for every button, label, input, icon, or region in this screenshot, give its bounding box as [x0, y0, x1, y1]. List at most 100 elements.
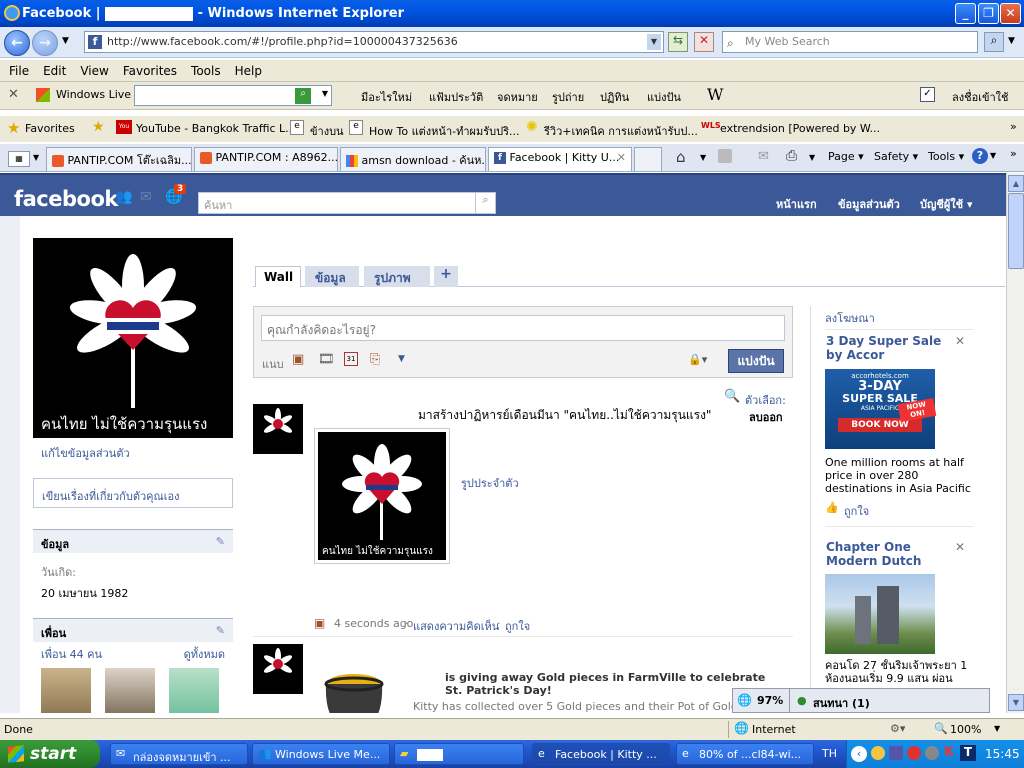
- search-options-icon[interactable]: ▼: [1008, 36, 1015, 46]
- toolbar-more-icon[interactable]: »: [1010, 147, 1017, 160]
- tab-amsn[interactable]: amsn download - ค้นห...: [340, 147, 486, 171]
- forward-button[interactable]: →: [32, 30, 58, 56]
- feeds-icon[interactable]: [718, 149, 732, 163]
- messages-icon[interactable]: ✉: [140, 189, 152, 205]
- fb-nav-account[interactable]: บัญชีผู้ใช้ ▾: [920, 195, 972, 213]
- friend-thumbnail[interactable]: [105, 668, 155, 713]
- task-facebook[interactable]: e Facebook | Kitty ...: [532, 743, 670, 765]
- home-dropdown-icon[interactable]: ▼: [700, 153, 706, 162]
- tab-facebook[interactable]: f Facebook | Kitty U... ✕: [488, 147, 632, 171]
- write-about-box[interactable]: เขียนเรื่องที่เกี่ยวกับตัวคุณเอง: [33, 478, 233, 508]
- edit-profile-link[interactable]: แก้ไขข้อมูลส่วนตัว: [41, 444, 130, 462]
- page-menu[interactable]: Page ▾: [828, 150, 864, 163]
- zoom-dropdown-icon[interactable]: ▼: [994, 724, 1000, 733]
- filter-options-link[interactable]: ตัวเลือก:: [745, 391, 786, 409]
- address-dropdown-icon[interactable]: ▼: [647, 34, 661, 50]
- tray-expand-icon[interactable]: ‹: [851, 746, 867, 762]
- live-calendar[interactable]: ปฏิทิน: [600, 88, 629, 106]
- close-window-button[interactable]: ✕: [1000, 3, 1021, 24]
- privacy-lock-icon[interactable]: 🔒▾: [688, 353, 707, 366]
- close-ad-icon[interactable]: ✕: [955, 540, 965, 554]
- safety-menu[interactable]: Safety ▾: [874, 150, 918, 163]
- favorites-more-icon[interactable]: »: [1010, 120, 1017, 133]
- checkbox-icon[interactable]: ✓: [920, 87, 935, 102]
- live-mail[interactable]: จดหมาย: [497, 88, 538, 106]
- fb-logo[interactable]: facebook: [14, 187, 118, 211]
- task-live-messenger[interactable]: 👥 Windows Live Me...: [252, 743, 390, 765]
- album-link[interactable]: รูปประจำตัว: [461, 474, 519, 492]
- back-button[interactable]: ←: [4, 30, 30, 56]
- live-whats-new[interactable]: มีอะไรใหม่: [361, 88, 412, 106]
- status-input[interactable]: คุณกำลังคิดอะไรอยู่?: [261, 315, 785, 341]
- print-dropdown-icon[interactable]: ▼: [809, 153, 815, 162]
- task-download[interactable]: e 80% of ...cl84-wi...: [676, 743, 814, 765]
- close-ad-icon[interactable]: ✕: [955, 334, 965, 348]
- fb-nav-profile[interactable]: ข้อมูลส่วนตัว: [838, 195, 900, 213]
- add-favorite-icon[interactable]: ★: [92, 119, 105, 135]
- tray-k-icon[interactable]: K: [944, 745, 954, 760]
- zoom-icon[interactable]: 🔍: [934, 722, 948, 735]
- new-tab-button[interactable]: [634, 147, 662, 171]
- tab-info[interactable]: ข้อมูล: [305, 266, 359, 287]
- event-attach-icon[interactable]: 31: [344, 352, 358, 366]
- live-signin[interactable]: ลงชื่อเข้าใช้: [952, 88, 1008, 106]
- profile-picture[interactable]: คนไทย ไม่ใช้ความรุนแรง: [33, 238, 233, 438]
- live-search-dropdown-icon[interactable]: ▼: [322, 89, 328, 98]
- chat-button[interactable]: สนทนา (1): [813, 694, 870, 712]
- post1-photo[interactable]: คนไทย ไม่ใช้ความรุนแรง: [314, 428, 450, 564]
- fb-search-input[interactable]: ค้นหา ⌕: [198, 192, 496, 214]
- task-mailbox[interactable]: ✉ กล่องจดหมายเข้า ...: [110, 743, 248, 765]
- thumbs-up-icon[interactable]: 👍: [825, 501, 839, 514]
- scroll-thumb[interactable]: [1008, 193, 1024, 269]
- fav-howto[interactable]: How To แต่งหน้า-ทำผมรับปริ...: [369, 122, 520, 140]
- scroll-up-icon[interactable]: ▲: [1008, 175, 1024, 192]
- post1-like-link[interactable]: ถูกใจ: [505, 617, 530, 635]
- fb-search-icon[interactable]: ⌕: [475, 193, 495, 213]
- history-dropdown-icon[interactable]: ▼: [62, 36, 69, 46]
- ad2-title[interactable]: Chapter One Modern Dutch: [826, 540, 950, 568]
- pot-of-gold-icon[interactable]: [316, 668, 396, 713]
- remove-post-link[interactable]: ลบออก: [749, 408, 783, 426]
- restore-button[interactable]: ❐: [978, 3, 999, 24]
- friend-thumbnail[interactable]: [169, 668, 219, 713]
- share-button[interactable]: แบ่งปัน: [728, 349, 784, 373]
- print-icon[interactable]: ⎙: [786, 148, 797, 164]
- fav-top[interactable]: ข้างบน: [310, 122, 344, 140]
- edit-pencil-icon[interactable]: ✎: [216, 535, 225, 548]
- tray-app-icon[interactable]: [871, 746, 885, 760]
- see-all-friends-link[interactable]: ดูทั้งหมด: [184, 645, 225, 663]
- language-indicator[interactable]: TH: [822, 747, 837, 760]
- tab-list-icon[interactable]: ▼: [33, 153, 39, 162]
- tab-pantip-1[interactable]: PANTIP.COM โต๊ะเฉลิม...: [46, 147, 192, 171]
- menu-help[interactable]: Help: [235, 64, 262, 78]
- post-avatar[interactable]: [253, 404, 303, 454]
- favorites-button[interactable]: Favorites: [25, 122, 75, 135]
- close-toolbar-icon[interactable]: ✕: [8, 87, 19, 102]
- post1-time[interactable]: 4 seconds ago: [334, 617, 413, 630]
- menu-favorites[interactable]: Favorites: [123, 64, 177, 78]
- video-attach-icon[interactable]: 🎞: [318, 352, 335, 367]
- live-search-input[interactable]: ⌕ ▼: [134, 85, 332, 106]
- photo-attach-icon[interactable]: ▣: [292, 352, 304, 367]
- fav-youtube[interactable]: YouTube - Bangkok Traffic L...: [136, 122, 296, 135]
- search-go-icon[interactable]: ⌕: [984, 32, 1004, 52]
- help-dropdown-icon[interactable]: ▼: [990, 151, 996, 160]
- tab-add[interactable]: +: [434, 266, 458, 287]
- task-folder[interactable]: ▰: [394, 743, 524, 765]
- fb-nav-home[interactable]: หน้าแรก: [776, 195, 817, 213]
- edit-pencil-icon[interactable]: ✎: [216, 624, 225, 637]
- tray-antivirus-icon[interactable]: [907, 746, 921, 760]
- refresh-icon[interactable]: ⇆: [668, 32, 688, 52]
- menu-tools[interactable]: Tools: [191, 64, 221, 78]
- ad1-image[interactable]: accorhotels.com 3-DAY SUPER SALE ASIA PA…: [825, 369, 937, 449]
- globe-icon[interactable]: 🌐: [737, 693, 752, 707]
- stop-icon[interactable]: ✕: [694, 32, 714, 52]
- live-photos[interactable]: รูปถ่าย: [552, 88, 584, 106]
- tray-network-icon[interactable]: [889, 746, 903, 760]
- read-mail-icon[interactable]: ✉: [758, 149, 769, 164]
- create-ad-link[interactable]: ลงโฆษณา: [825, 309, 875, 327]
- link-attach-icon[interactable]: ⎘: [370, 352, 380, 367]
- live-share[interactable]: แบ่งปัน: [647, 88, 681, 106]
- menu-file[interactable]: File: [9, 64, 29, 78]
- live-profile[interactable]: แฟ้มประวัติ: [429, 88, 483, 106]
